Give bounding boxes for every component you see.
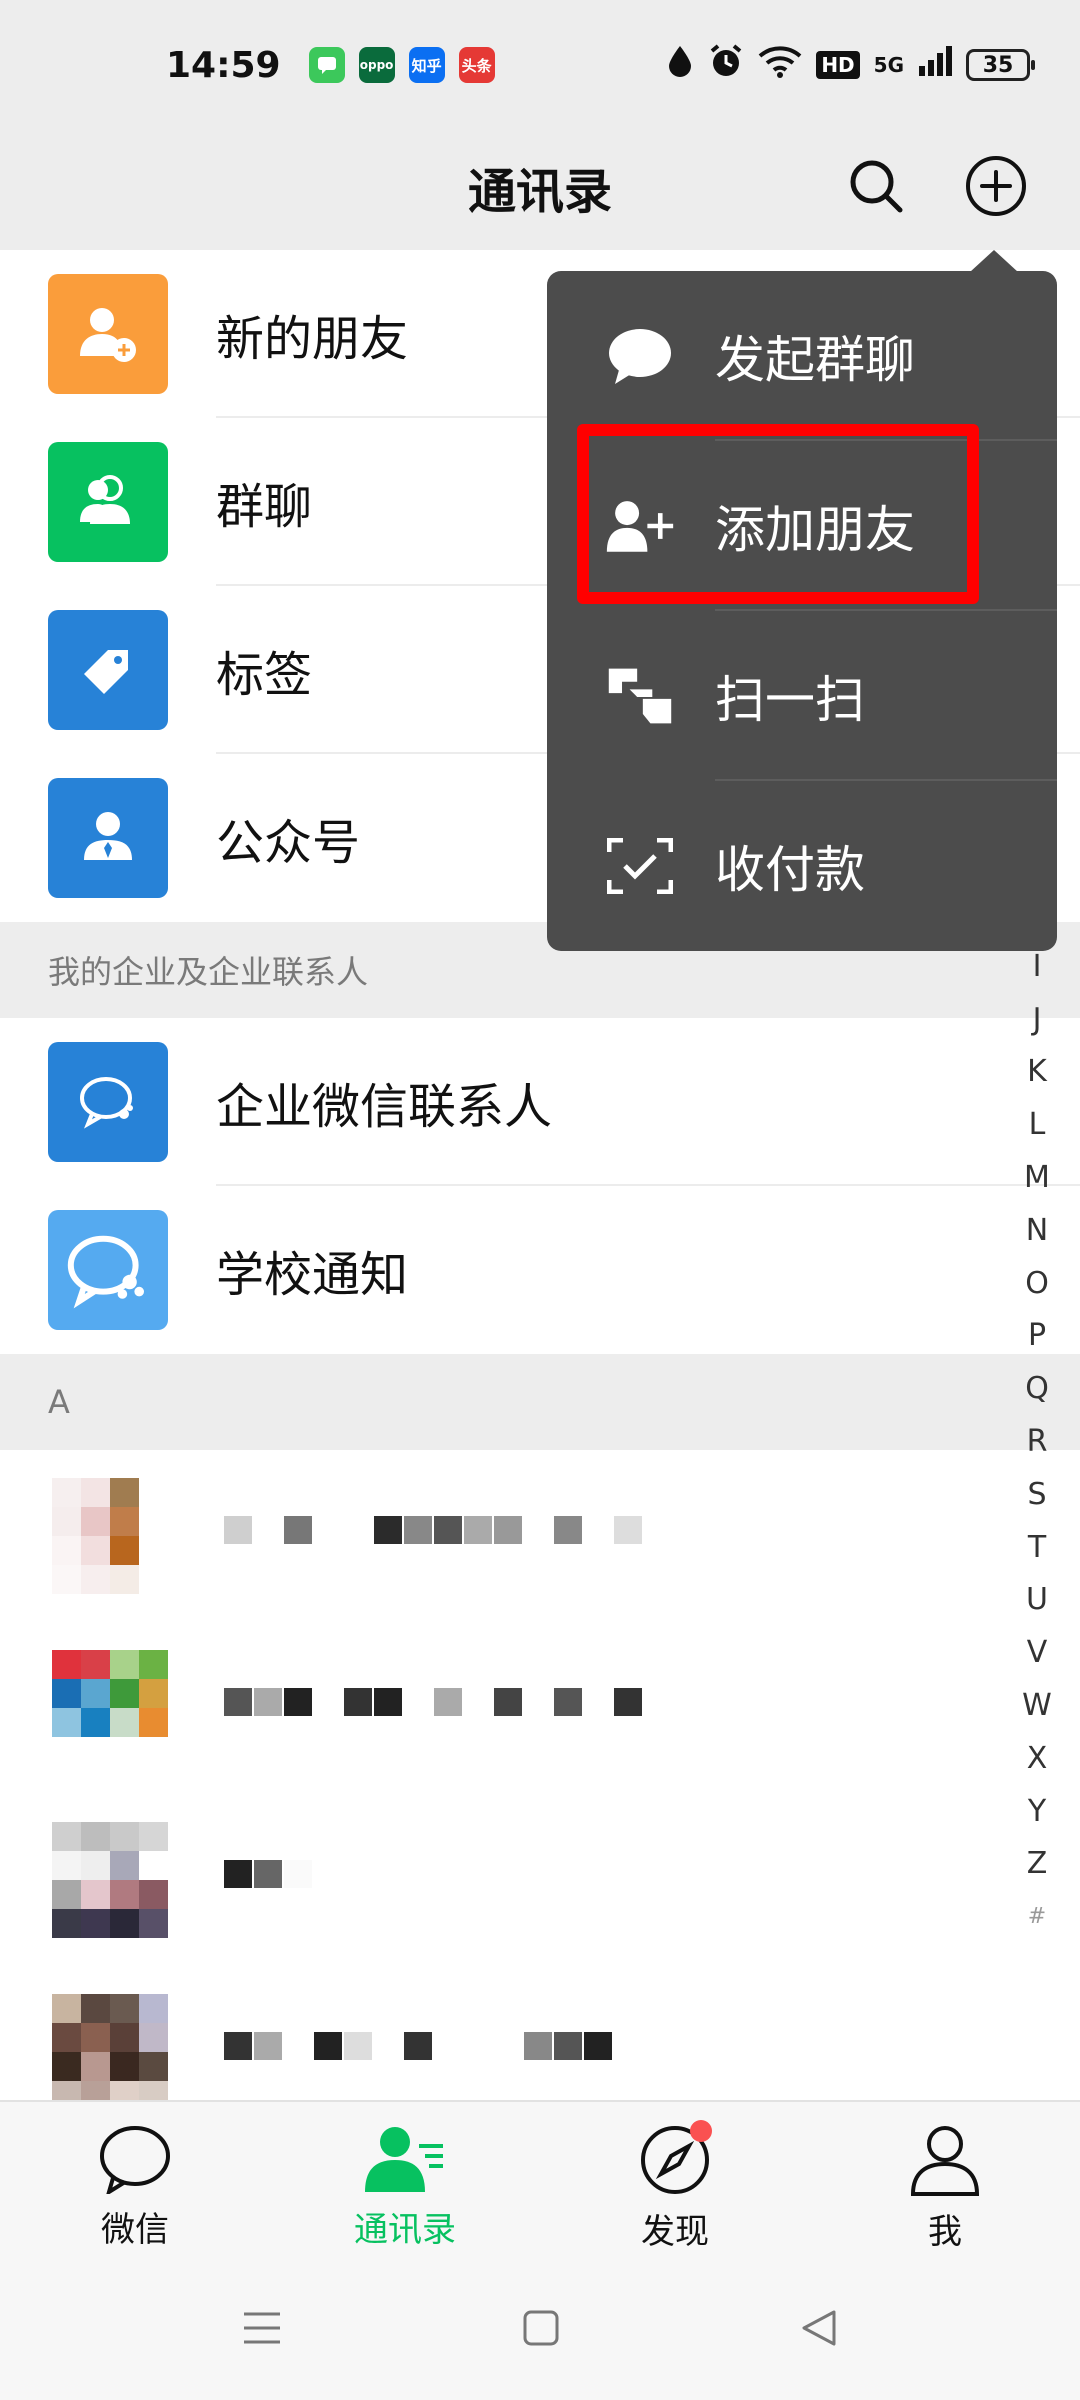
header: 通讯录 [0, 130, 1080, 250]
payment-icon [605, 831, 675, 901]
menu-arrow [970, 250, 1018, 272]
tab-contacts[interactable]: 通讯录 [270, 2102, 540, 2260]
status-app-icons: oppo 知乎 头条 [308, 47, 495, 83]
menu-label: 收付款 [715, 841, 865, 899]
tag-icon [48, 610, 168, 730]
index-letter[interactable]: S [1027, 1468, 1046, 1521]
hd-badge: HD [816, 51, 860, 79]
tab-label: 发现 [641, 2212, 709, 2252]
add-menu-popup: 发起群聊 添加朋友 扫一扫 收付款 [547, 271, 1057, 951]
contact-name [224, 1860, 312, 1888]
menu-icon[interactable] [242, 2311, 282, 2349]
index-letter[interactable]: # [1028, 1890, 1046, 1943]
scan-icon [605, 661, 675, 731]
network-label: 5G [873, 53, 904, 77]
contacts-icon [365, 2127, 443, 2192]
official-account-icon [48, 778, 168, 898]
avatar [52, 1650, 168, 1766]
search-icon [850, 160, 903, 213]
school-notice-icon [48, 1210, 168, 1330]
contact-row[interactable] [0, 1622, 1080, 1794]
index-letter[interactable]: Z [1027, 1838, 1048, 1891]
contact-name [224, 2032, 642, 2060]
section-header-a: A [0, 1354, 1080, 1450]
item-label: 学校通知 [216, 1247, 409, 1303]
work-wechat-contacts-item[interactable]: 企业微信联系人 [0, 1018, 1080, 1186]
item-label: 公众号 [216, 815, 361, 871]
contact-row[interactable] [0, 1450, 1080, 1622]
index-letter[interactable]: L [1029, 1098, 1046, 1151]
index-letter[interactable]: X [1027, 1732, 1048, 1785]
tab-me[interactable]: 我 [810, 2102, 1080, 2260]
index-letter[interactable]: U [1026, 1574, 1048, 1627]
back-icon[interactable] [800, 2309, 838, 2351]
highlight-box [577, 424, 979, 604]
item-label: 标签 [216, 647, 313, 703]
page-title: 通讯录 [467, 164, 612, 220]
alphabet-index[interactable]: I J K L M N O P Q R S T U V W X Y Z # [1012, 940, 1062, 1943]
status-time: 14:59 [166, 44, 281, 86]
tab-label: 微信 [101, 2210, 169, 2250]
battery-indicator: 35 [966, 49, 1035, 81]
index-letter[interactable]: Q [1025, 1362, 1049, 1415]
zhihu-app-icon: 知乎 [408, 47, 445, 83]
status-indicators: HD 5G 35 [666, 43, 1035, 88]
search-button[interactable] [836, 146, 916, 226]
notification-dot [690, 2120, 712, 2142]
menu-item-scan[interactable]: 扫一扫 [547, 611, 1057, 781]
wechat-contacts-screen: 14:59 oppo 知乎 头条 HD 5G 35 通讯录 新的朋友 群聊 标签… [0, 0, 1080, 2400]
bottom-nav: 微信 通讯录 发现 我 [0, 2100, 1080, 2260]
chat-bubble-icon [605, 321, 675, 391]
index-letter[interactable]: P [1028, 1310, 1046, 1363]
item-label: 新的朋友 [216, 311, 409, 367]
index-letter[interactable]: O [1025, 1257, 1049, 1310]
wifi-icon [758, 44, 802, 87]
tab-label: 通讯录 [354, 2210, 456, 2250]
menu-item-start-group-chat[interactable]: 发起群聊 [547, 271, 1057, 441]
contact-name [224, 1516, 642, 1544]
tab-label: 我 [928, 2212, 962, 2252]
school-notice-item[interactable]: 学校通知 [0, 1186, 1080, 1354]
chats-icon [100, 2126, 170, 2194]
index-letter[interactable]: T [1028, 1521, 1046, 1574]
plus-circle-icon [966, 156, 1026, 216]
signal-icon [918, 45, 952, 85]
index-letter[interactable]: K [1027, 1046, 1047, 1099]
contact-row[interactable] [0, 1794, 1080, 1966]
index-letter[interactable]: W [1022, 1679, 1052, 1732]
index-letter[interactable]: R [1027, 1415, 1048, 1468]
item-label: 群聊 [216, 479, 313, 535]
avatar [52, 1994, 168, 2110]
contact-name [224, 1688, 642, 1716]
home-icon[interactable] [522, 2309, 560, 2351]
me-icon [910, 2126, 980, 2196]
toutiao-app-icon: 头条 [458, 47, 495, 83]
tab-chats[interactable]: 微信 [0, 2102, 270, 2260]
menu-label: 发起群聊 [715, 331, 915, 389]
system-nav-bar [0, 2260, 1080, 2400]
work-wechat-icon [48, 1042, 168, 1162]
water-drop-icon [666, 44, 694, 87]
avatar [52, 1478, 168, 1594]
status-bar: 14:59 oppo 知乎 头条 HD 5G 35 [0, 0, 1080, 130]
menu-item-payment[interactable]: 收付款 [547, 781, 1057, 951]
group-icon [48, 442, 168, 562]
oppo-app-icon: oppo [358, 47, 395, 83]
index-letter[interactable]: Y [1028, 1785, 1046, 1838]
index-letter[interactable]: M [1024, 1151, 1050, 1204]
index-letter[interactable]: J [1033, 993, 1042, 1046]
alarm-icon [708, 43, 744, 88]
messages-app-icon [308, 47, 345, 83]
item-label: 企业微信联系人 [216, 1079, 553, 1135]
avatar [52, 1822, 168, 1938]
add-friend-icon [48, 274, 168, 394]
menu-label: 扫一扫 [715, 671, 865, 729]
tab-discover[interactable]: 发现 [540, 2102, 810, 2260]
index-letter[interactable]: V [1027, 1626, 1048, 1679]
index-letter[interactable]: N [1026, 1204, 1048, 1257]
add-menu-button[interactable] [956, 146, 1036, 226]
